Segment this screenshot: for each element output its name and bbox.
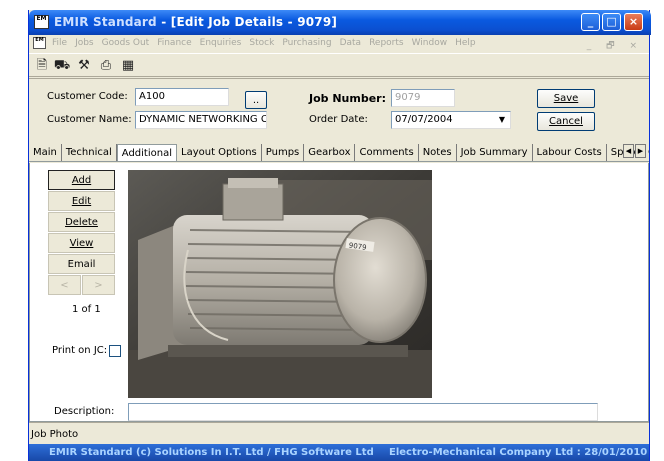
tab-comments[interactable]: Comments: [355, 144, 419, 161]
tab-pumps[interactable]: Pumps: [262, 144, 305, 161]
calculator-icon[interactable]: ▦: [119, 57, 137, 75]
menu-jobs[interactable]: Jobs: [75, 38, 94, 48]
customer-name-label: Customer Name:: [47, 114, 132, 125]
tab-strip: Main Technical Additional Layout Options…: [29, 144, 649, 162]
status-bar: Job Photo: [29, 422, 649, 444]
menu-data[interactable]: Data: [340, 38, 362, 48]
tab-labour-costs[interactable]: Labour Costs: [533, 144, 607, 161]
add-label: Add: [71, 175, 92, 186]
view-photo-button[interactable]: View: [48, 233, 115, 253]
footer-company-date: Electro-Mechanical Company Ltd : 28/01/2…: [389, 447, 648, 458]
chevron-down-icon[interactable]: ▼: [495, 113, 509, 127]
view-label: View: [69, 238, 94, 249]
tab-layout-options[interactable]: Layout Options: [177, 144, 262, 161]
mdi-controls[interactable]: _ 🗗 ×: [587, 38, 643, 54]
toolbar: 🗎 ⛟ ⚒ ⎙ ▦: [29, 53, 649, 77]
tab-job-summary[interactable]: Job Summary: [457, 144, 533, 161]
next-photo-button[interactable]: >: [82, 275, 115, 295]
title-app-name: EMIR Standard: [54, 15, 157, 29]
menu-file[interactable]: File: [52, 38, 67, 48]
job-photo[interactable]: 9079: [128, 170, 432, 398]
tab-scroll-left-icon[interactable]: ◀: [623, 144, 634, 158]
menu-items: File Jobs Goods Out Finance Enquiries St…: [52, 38, 476, 48]
vehicle-icon[interactable]: ⛟: [53, 57, 71, 75]
delete-label: Delete: [65, 217, 98, 228]
order-date-value: 07/07/2004: [395, 114, 453, 125]
tab-page-additional: Add Edit Delete View Email < > 1 of 1 Pr…: [29, 163, 649, 422]
edit-photo-button[interactable]: Edit: [48, 191, 115, 211]
menu-help[interactable]: Help: [455, 38, 476, 48]
menu-stock[interactable]: Stock: [249, 38, 274, 48]
add-photo-button[interactable]: Add: [48, 170, 115, 190]
main-window: EM EMIR Standard - [Edit Job Details - 9…: [28, 10, 651, 461]
menu-enquiries[interactable]: Enquiries: [200, 38, 242, 48]
printer-icon[interactable]: ⎙: [97, 57, 115, 75]
job-number-field: 9079: [391, 89, 455, 107]
status-text: Job Photo: [31, 429, 79, 440]
tab-technical[interactable]: Technical: [62, 144, 117, 161]
save-label: Save: [553, 93, 579, 104]
cancel-label: Cancel: [549, 116, 583, 127]
cancel-button[interactable]: Cancel: [537, 112, 595, 131]
menu-bar: EM File Jobs Goods Out Finance Enquiries…: [29, 35, 649, 53]
document-icon[interactable]: 🗎: [33, 57, 51, 75]
email-photo-button[interactable]: Email: [48, 254, 115, 274]
job-number-label: Job Number:: [309, 92, 387, 105]
order-date-dropdown[interactable]: 07/07/2004 ▼: [391, 111, 511, 129]
minimize-button[interactable]: _: [581, 13, 600, 31]
menu-finance[interactable]: Finance: [157, 38, 191, 48]
motor-photo-image: 9079: [128, 170, 432, 398]
tab-gearbox[interactable]: Gearbox: [304, 144, 356, 161]
description-label: Description:: [54, 406, 115, 417]
menu-purchasing[interactable]: Purchasing: [282, 38, 331, 48]
menu-window[interactable]: Window: [412, 38, 448, 48]
maximize-button[interactable]: □: [602, 13, 621, 31]
prev-photo-button[interactable]: <: [48, 275, 81, 295]
save-button[interactable]: Save: [537, 89, 595, 108]
print-on-jc-label: Print on JC:: [52, 345, 108, 356]
tab-additional[interactable]: Additional: [116, 144, 177, 161]
customer-code-label: Customer Code:: [47, 91, 128, 102]
description-field[interactable]: [128, 403, 598, 421]
title-document: - [Edit Job Details - 9079]: [156, 15, 338, 29]
tab-main[interactable]: Main: [29, 144, 62, 161]
job-header-form: Customer Code: A100 .. Job Number: 9079 …: [29, 78, 649, 144]
customer-code-field[interactable]: A100: [135, 88, 229, 106]
close-button[interactable]: ×: [624, 13, 643, 31]
edit-label: Edit: [71, 196, 92, 207]
menu-goods-out[interactable]: Goods Out: [102, 38, 150, 48]
order-date-label: Order Date:: [309, 114, 368, 125]
menu-reports[interactable]: Reports: [369, 38, 404, 48]
photo-counter: 1 of 1: [72, 304, 101, 315]
title-bar[interactable]: EM EMIR Standard - [Edit Job Details - 9…: [29, 10, 651, 35]
tab-notes[interactable]: Notes: [419, 144, 457, 161]
tools-icon[interactable]: ⚒: [75, 57, 93, 75]
window-title: EMIR Standard - [Edit Job Details - 9079…: [54, 15, 337, 29]
delete-photo-button[interactable]: Delete: [48, 212, 115, 232]
footer-copyright: EMIR Standard (c) Solutions In I.T. Ltd …: [49, 447, 374, 458]
app-icon: EM: [34, 15, 49, 29]
footer-bar: EMIR Standard (c) Solutions In I.T. Ltd …: [29, 444, 649, 461]
customer-name-field[interactable]: DYNAMIC NETWORKING C: [135, 111, 267, 129]
print-on-jc-checkbox[interactable]: [109, 345, 121, 357]
document-menu-icon[interactable]: EM: [33, 37, 46, 49]
customer-lookup-button[interactable]: ..: [245, 91, 267, 109]
tab-scroll-right-icon[interactable]: ▶: [635, 144, 646, 158]
